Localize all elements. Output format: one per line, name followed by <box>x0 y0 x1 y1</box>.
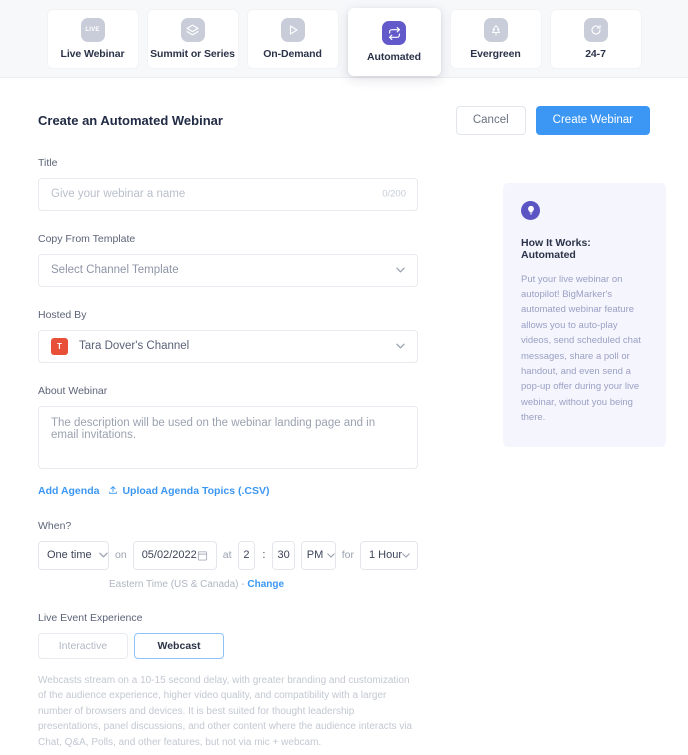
webinar-type-tabs: LIVE Live Webinar Summit or Series On-De… <box>0 0 688 78</box>
type-card-label: 24-7 <box>585 48 606 60</box>
when-controls: One time on 05/02/2022 at 2: 30 PM for … <box>38 540 418 570</box>
upload-agenda-link[interactable]: Upload Agenda Topics (.CSV) <box>108 485 269 498</box>
type-card-label: Evergreen <box>470 48 521 60</box>
experience-option-interactive[interactable]: Interactive <box>38 632 128 659</box>
how-it-works-body: Put your live webinar on autopilot! BigM… <box>521 273 641 424</box>
page-header: Create an Automated Webinar Cancel Creat… <box>38 78 650 135</box>
play-icon <box>280 18 305 42</box>
webinar-form: Title 0/200 Copy From Template Select Ch… <box>38 135 418 755</box>
timezone-row: Eastern Time (US & Canada) - Change <box>38 579 418 590</box>
type-card-live-webinar[interactable]: LIVE Live Webinar <box>47 10 138 68</box>
about-textarea[interactable] <box>38 405 418 469</box>
type-card-label: On-Demand <box>263 48 322 60</box>
side-panel: How It Works: Automated Put your live we… <box>418 135 666 448</box>
for-label: for <box>341 549 354 562</box>
minute-input[interactable]: 30 <box>272 540 295 570</box>
field-hosted-by: Hosted By T Tara Dover's Channel <box>38 309 418 363</box>
auto-repeat-icon <box>382 21 406 45</box>
chevron-down-icon <box>402 551 410 560</box>
timezone-label: Eastern Time (US & Canada) - <box>109 578 245 590</box>
duration-value: 1 Hour <box>369 549 403 562</box>
date-value: 05/02/2022 <box>141 549 197 562</box>
type-card-summit-or-series[interactable]: Summit or Series <box>147 10 238 68</box>
type-card-label: Summit or Series <box>150 48 235 60</box>
duration-select[interactable]: 1 Hour <box>360 540 418 570</box>
upload-icon <box>108 485 118 498</box>
template-selected-value: Select Channel Template <box>51 264 179 277</box>
type-card-automated[interactable]: Automated <box>347 8 441 76</box>
refresh-icon <box>583 18 608 42</box>
tree-icon <box>483 18 508 42</box>
at-label: at <box>222 549 232 562</box>
layers-icon <box>180 18 205 42</box>
template-select[interactable]: Select Channel Template <box>38 253 418 287</box>
avatar: T <box>51 337 68 355</box>
time-separator: : <box>262 549 266 562</box>
chevron-down-icon <box>396 266 405 275</box>
experience-label: Live Event Experience <box>38 611 143 624</box>
meridiem-select[interactable]: PM <box>300 540 336 570</box>
field-live-event-experience: Live Event Experience Interactive Webcas… <box>38 612 418 751</box>
lightbulb-icon <box>521 200 540 220</box>
title-label: Title <box>38 156 58 169</box>
upload-agenda-label: Upload Agenda Topics (.CSV) <box>122 485 270 498</box>
how-it-works-title: How It Works: Automated <box>521 236 591 261</box>
chevron-down-icon <box>327 551 335 560</box>
field-copy-from-template: Copy From Template Select Channel Templa… <box>38 233 418 287</box>
create-webinar-page: Create an Automated Webinar Cancel Creat… <box>0 78 688 755</box>
type-card-on-demand[interactable]: On-Demand <box>247 10 338 68</box>
type-card-label: Live Webinar <box>60 48 125 60</box>
type-card-evergreen[interactable]: Evergreen <box>450 10 541 68</box>
agenda-links: Add Agenda Upload Agenda Topics (.CSV) <box>38 485 418 498</box>
frequency-select[interactable]: One time <box>38 540 109 570</box>
title-input[interactable] <box>38 177 418 211</box>
change-timezone-link[interactable]: Change <box>247 579 284 590</box>
on-label: on <box>115 549 127 562</box>
type-card-24-7[interactable]: 24-7 <box>550 10 641 68</box>
experience-toggle-group: Interactive Webcast <box>38 632 418 659</box>
field-about-webinar: About Webinar Add Agenda Upload Agenda T… <box>38 385 418 498</box>
chevron-down-icon <box>98 551 108 560</box>
page-title: Create an Automated Webinar <box>38 112 223 128</box>
experience-option-webcast[interactable]: Webcast <box>134 632 224 659</box>
template-label: Copy From Template <box>38 232 136 245</box>
hosted-by-select[interactable]: T Tara Dover's Channel <box>38 329 418 363</box>
live-badge-icon: LIVE <box>80 18 105 42</box>
field-title: Title 0/200 <box>38 157 418 211</box>
date-input[interactable]: 05/02/2022 <box>132 540 217 570</box>
hour-input[interactable]: 2 <box>237 540 256 570</box>
hosted-by-selected-value: Tara Dover's Channel <box>79 340 190 353</box>
when-label: When? <box>38 519 72 532</box>
header-actions: Cancel Create Webinar <box>455 106 650 135</box>
field-when: When? One time on 05/02/2022 at 2: 30 P… <box>38 520 418 590</box>
experience-help-text: Webcasts stream on a 10-15 second delay,… <box>38 674 413 748</box>
meridiem-value: PM <box>306 549 324 562</box>
how-it-works-card: How It Works: Automated Put your live we… <box>503 182 666 448</box>
about-label: About Webinar <box>38 384 108 397</box>
content-columns: Title 0/200 Copy From Template Select Ch… <box>38 135 666 755</box>
calendar-icon <box>197 550 208 561</box>
create-webinar-button[interactable]: Create Webinar <box>535 106 650 135</box>
frequency-value: One time <box>47 549 92 562</box>
title-input-wrap: 0/200 <box>38 177 418 211</box>
cancel-button[interactable]: Cancel <box>455 106 526 135</box>
chevron-down-icon <box>396 342 405 351</box>
hosted-by-label: Hosted By <box>38 308 87 321</box>
add-agenda-link[interactable]: Add Agenda <box>38 485 99 497</box>
type-card-label: Automated <box>367 51 421 63</box>
